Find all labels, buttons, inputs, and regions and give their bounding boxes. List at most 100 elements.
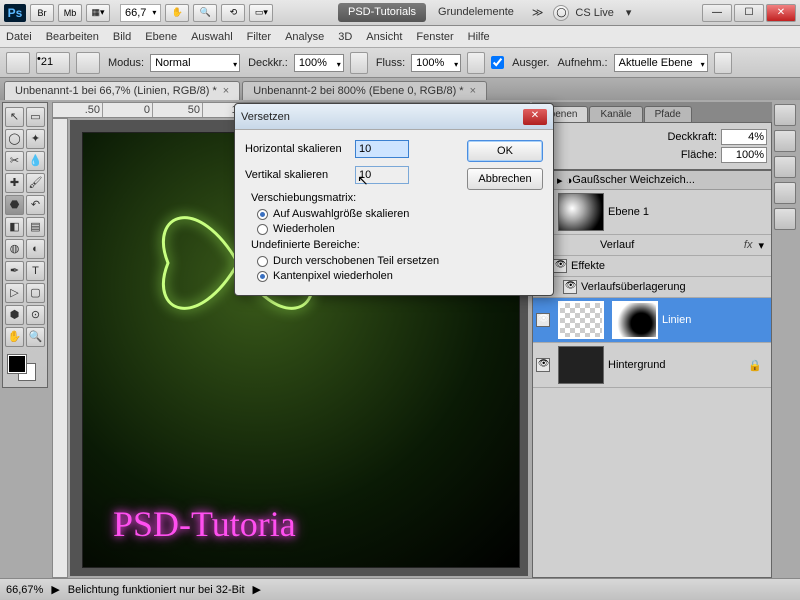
menu-analyse[interactable]: Analyse [285, 31, 324, 43]
menu-3d[interactable]: 3D [338, 31, 352, 43]
layer-hintergrund[interactable]: Hintergrund 🔒 [533, 343, 771, 388]
layer-thumb[interactable] [558, 301, 604, 339]
camera-tool[interactable]: ⊙ [26, 305, 45, 325]
shape-tool[interactable]: ▢ [26, 283, 45, 303]
crop-tool[interactable]: ✂ [5, 151, 24, 171]
eye-icon[interactable] [536, 358, 550, 372]
layer-ebene1[interactable]: Ebene 1 [533, 190, 771, 235]
eye-icon[interactable] [563, 280, 577, 294]
workspace-more[interactable]: ≫ [526, 3, 550, 22]
bridge-icon[interactable]: Br [30, 4, 54, 22]
pen-tool[interactable]: ✒ [5, 261, 24, 281]
layer-verlauf[interactable]: Verlauf fx▾ [533, 235, 771, 256]
zoom-tool[interactable]: 🔍 [26, 327, 45, 347]
brush-preset[interactable]: •21 [36, 52, 70, 74]
adjustments-icon[interactable] [774, 182, 796, 204]
v-scale-input[interactable]: 10 [355, 166, 409, 184]
eyedropper-tool[interactable]: 💧 [26, 151, 45, 171]
workspace-pill[interactable]: PSD-Tutorials [338, 3, 426, 22]
workspace-name[interactable]: Grundelemente [432, 3, 520, 22]
radio-auswahl[interactable]: Auf Auswahlgröße skalieren [257, 208, 459, 220]
eye-icon[interactable] [536, 313, 550, 327]
dialog-close-button[interactable]: ✕ [523, 109, 547, 125]
minimize-button[interactable]: — [702, 4, 732, 22]
radio-verschoben[interactable]: Durch verschobenen Teil ersetzen [257, 255, 459, 267]
layout-icon[interactable]: ▦▾ [86, 4, 110, 22]
close-button[interactable]: ✕ [766, 4, 796, 22]
menu-fenster[interactable]: Fenster [416, 31, 453, 43]
stamp-tool[interactable]: ⬣ [5, 195, 24, 215]
wand-tool[interactable]: ✦ [26, 129, 45, 149]
menu-ebene[interactable]: Ebene [145, 31, 177, 43]
radio-wiederholen[interactable]: Wiederholen [257, 223, 459, 235]
gradient-tool[interactable]: ▤ [26, 217, 45, 237]
status-zoom[interactable]: 66,67% [6, 584, 43, 596]
menu-ansicht[interactable]: Ansicht [366, 31, 402, 43]
cslive-label[interactable]: CS Live [569, 4, 620, 22]
cslive-icon[interactable]: ◯ [553, 5, 569, 21]
menu-hilfe[interactable]: Hilfe [468, 31, 490, 43]
ok-button[interactable]: OK [467, 140, 543, 162]
ausger-checkbox[interactable] [491, 56, 504, 69]
deckkr-dropdown[interactable]: 100% [294, 54, 344, 72]
airbrush-icon[interactable] [467, 52, 485, 74]
document-tab-1[interactable]: Unbenannt-1 bei 66,7% (Linien, RGB/8) *× [4, 81, 240, 100]
minibridge-icon[interactable]: Mb [58, 4, 82, 22]
zoom-icon[interactable]: 🔍 [193, 4, 217, 22]
masks-icon[interactable] [774, 208, 796, 230]
brush-panel-icon[interactable] [76, 52, 100, 74]
menu-bearbeiten[interactable]: Bearbeiten [46, 31, 99, 43]
hand-tool[interactable]: ✋ [5, 327, 24, 347]
zoom-dropdown[interactable]: 66,7 [120, 4, 161, 22]
smartfilter-label[interactable]: Gaußscher Weichzeich... [572, 174, 695, 186]
sample-icon[interactable] [714, 52, 732, 74]
cslive-drop[interactable]: ▾ [620, 3, 638, 22]
styles-icon[interactable] [774, 156, 796, 178]
tool-preset-icon[interactable] [6, 52, 30, 74]
document-tab-2[interactable]: Unbenannt-2 bei 800% (Ebene 0, RGB/8) *× [242, 81, 487, 100]
move-tool[interactable]: ↖ [5, 107, 24, 127]
flaeche-input[interactable]: 100% [721, 147, 767, 163]
swatches-icon[interactable] [774, 130, 796, 152]
modus-dropdown[interactable]: Normal [150, 54, 240, 72]
rotate-icon[interactable]: ⟲ [221, 4, 245, 22]
blur-tool[interactable]: ◍ [5, 239, 24, 259]
doctab2-close[interactable]: × [470, 85, 476, 97]
cancel-button[interactable]: Abbrechen [467, 168, 543, 190]
eye-icon[interactable] [553, 259, 567, 273]
pressure-opacity-icon[interactable] [350, 52, 368, 74]
doctab1-close[interactable]: × [223, 85, 229, 97]
brush-tool[interactable]: 🖌 [26, 173, 45, 193]
screen-icon[interactable]: ▭▾ [249, 4, 273, 22]
tab-pfade[interactable]: Pfade [644, 106, 692, 122]
lasso-tool[interactable]: ◯ [5, 129, 24, 149]
marquee-tool[interactable]: ▭ [26, 107, 45, 127]
ruler-vertical[interactable] [52, 118, 68, 578]
dialog-titlebar[interactable]: Versetzen ✕ [235, 104, 553, 130]
layer-linien[interactable]: Linien [533, 298, 771, 343]
fx-badge[interactable]: fx [744, 239, 753, 251]
dodge-tool[interactable]: ◐ [26, 239, 45, 259]
hand-icon[interactable]: ✋ [165, 4, 189, 22]
menu-filter[interactable]: Filter [247, 31, 271, 43]
menu-bild[interactable]: Bild [113, 31, 131, 43]
menu-auswahl[interactable]: Auswahl [191, 31, 233, 43]
maximize-button[interactable]: ☐ [734, 4, 764, 22]
menu-datei[interactable]: Datei [6, 31, 32, 43]
gradient-overlay-row[interactable]: Verlaufsüberlagerung [533, 277, 771, 298]
heal-tool[interactable]: ✚ [5, 173, 24, 193]
mask-thumb[interactable] [612, 301, 658, 339]
effects-row[interactable]: Effekte [533, 256, 771, 277]
color-swatches[interactable] [5, 353, 45, 383]
3d-tool[interactable]: ⬢ [5, 305, 24, 325]
radio-kantenpixel[interactable]: Kantenpixel wiederholen [257, 270, 459, 282]
tab-kanaele[interactable]: Kanäle [589, 106, 642, 122]
aufnehm-dropdown[interactable]: Aktuelle Ebene [614, 54, 708, 72]
deckkraft-input[interactable]: 4% [721, 129, 767, 145]
layer-thumb[interactable] [558, 346, 604, 384]
color-icon[interactable] [774, 104, 796, 126]
h-scale-input[interactable]: 10 [355, 140, 409, 158]
eraser-tool[interactable]: ◧ [5, 217, 24, 237]
type-tool[interactable]: T [26, 261, 45, 281]
history-brush-tool[interactable]: ↶ [26, 195, 45, 215]
